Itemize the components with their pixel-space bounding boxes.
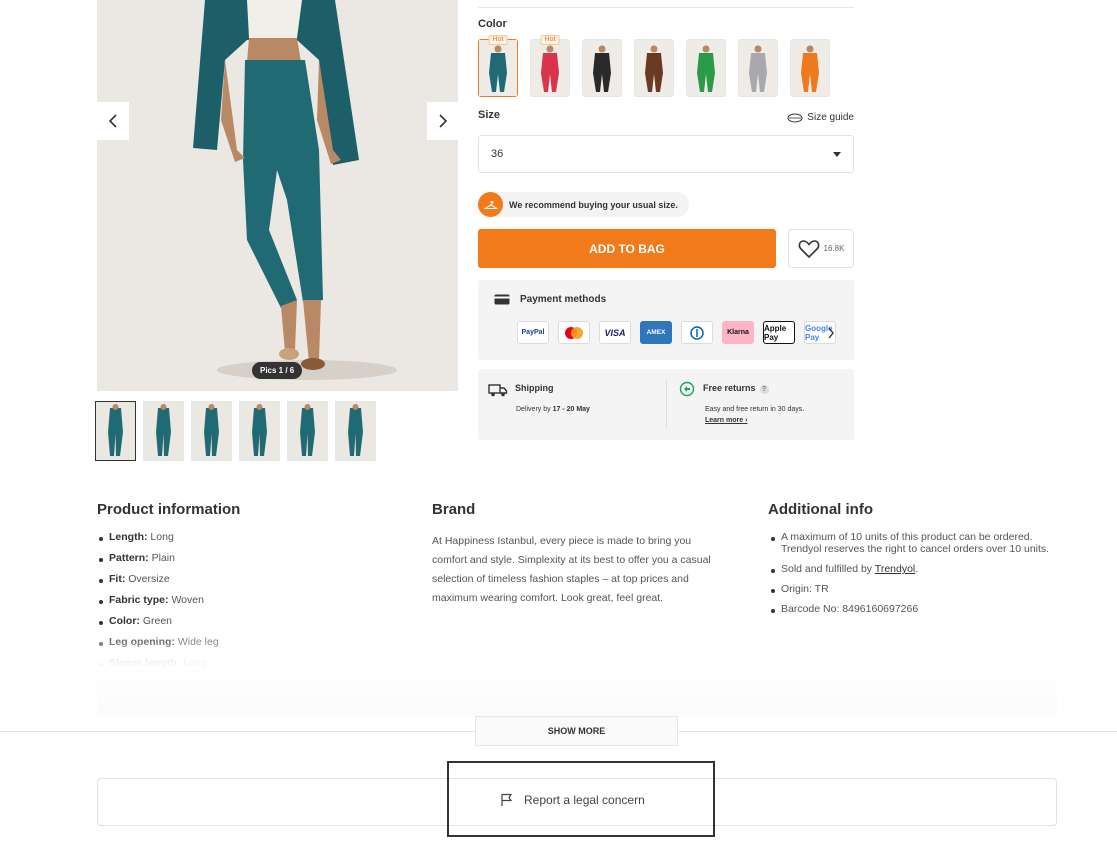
recommendation-text: We recommend buying your usual size. — [509, 199, 678, 210]
flag-icon — [501, 793, 513, 806]
thumbnail-1[interactable] — [95, 401, 136, 461]
diners-club-icon — [681, 321, 713, 344]
mastercard-icon — [558, 321, 590, 344]
hot-badge: Hot — [488, 35, 508, 45]
color-swatch-grey[interactable] — [738, 39, 778, 97]
product-information-title: Product information — [97, 501, 241, 518]
thumbnail-2[interactable] — [143, 401, 184, 461]
color-swatch-black[interactable] — [582, 39, 622, 97]
paypal-icon: PayPal — [517, 321, 549, 344]
size-guide-link[interactable]: Size guide — [787, 112, 854, 123]
klarna-icon: Klarna — [722, 321, 754, 344]
list-item: Sold and fulfilled by Trendyol. — [769, 563, 1059, 575]
report-legal-concern-button[interactable]: Report a legal concern — [500, 793, 645, 807]
list-item: Fit: Oversize — [97, 573, 249, 594]
hanger-icon — [478, 192, 503, 217]
truck-icon — [488, 384, 508, 397]
next-image-button[interactable] — [427, 102, 459, 140]
payment-methods-panel: Payment methods PayPal VISA AMEX Klarna … — [478, 280, 854, 360]
model-illustration — [97, 0, 458, 391]
size-recommendation: We recommend buying your usual size. — [478, 192, 689, 217]
color-swatch-red[interactable]: Hot — [530, 35, 570, 97]
list-item: A maximum of 10 units of this product ca… — [769, 531, 1059, 555]
image-counter-badge: Pics 1 / 6 — [252, 362, 303, 379]
list-item: Length: Long — [97, 531, 249, 552]
free-returns-text: Easy and free return in 30 days. — [705, 406, 805, 413]
payment-methods-title: Payment methods — [520, 294, 607, 305]
seller-link[interactable]: Trendyol — [875, 563, 915, 575]
visa-icon: VISA — [599, 321, 631, 344]
thumbnail-5[interactable] — [287, 401, 328, 461]
credit-card-icon — [494, 294, 510, 305]
color-swatch-teal[interactable]: Hot — [478, 35, 518, 97]
color-swatch-orange[interactable] — [790, 39, 830, 97]
list-item: Fabric type: Woven — [97, 594, 249, 615]
favorite-count: 16.8K — [823, 244, 845, 253]
list-item: Barcode No: 8496160697266 — [769, 603, 1059, 615]
chevron-right-icon — [828, 327, 834, 339]
additional-info-list: A maximum of 10 units of this product ca… — [769, 531, 1059, 623]
color-label: Color — [478, 18, 507, 30]
apple-pay-icon: Apple Pay — [763, 321, 795, 344]
color-swatch-green[interactable] — [686, 39, 726, 97]
amex-icon: AMEX — [640, 321, 672, 344]
heart-icon — [798, 239, 819, 258]
size-guide-label: Size guide — [807, 112, 854, 123]
divider — [478, 7, 854, 8]
product-main-image[interactable] — [97, 0, 458, 391]
color-swatch-brown[interactable] — [634, 39, 674, 97]
thumbnail-3[interactable] — [191, 401, 232, 461]
additional-info-title: Additional info — [768, 501, 873, 518]
help-icon[interactable]: ? — [759, 385, 769, 394]
brand-title: Brand — [432, 501, 476, 518]
favorite-button[interactable]: 16.8K — [788, 229, 854, 268]
content-fade-overlay — [97, 630, 1057, 716]
thumbnail-strip — [95, 401, 376, 461]
delivery-info: Delivery by 17 - 20 May — [516, 406, 590, 413]
learn-more-link[interactable]: Learn more › — [705, 417, 747, 424]
payment-scroll-right-button[interactable] — [827, 326, 835, 344]
thumbnail-4[interactable] — [239, 401, 280, 461]
caret-down-icon — [833, 151, 841, 157]
chevron-right-icon — [439, 114, 448, 128]
color-swatches: Hot Hot — [478, 35, 830, 97]
report-label: Report a legal concern — [524, 793, 645, 807]
hot-badge: Hot — [540, 35, 560, 45]
show-more-button[interactable]: SHOW MORE — [475, 716, 678, 746]
previous-image-button[interactable] — [97, 102, 129, 140]
brand-description: At Happiness Istanbul, every piece is ma… — [432, 535, 711, 604]
add-to-bag-button[interactable]: ADD TO BAG — [478, 229, 776, 268]
size-label: Size — [478, 109, 501, 121]
thumbnail-6[interactable] — [335, 401, 376, 461]
list-item: Pattern: Plain — [97, 552, 249, 573]
free-returns-title: Free returns? — [703, 383, 769, 394]
list-item: Origin: TR — [769, 583, 1059, 595]
size-select[interactable]: 36 — [478, 135, 854, 173]
measuring-tape-icon — [787, 113, 803, 122]
size-selected-value: 36 — [491, 148, 504, 160]
shipping-returns-panel: Shipping Delivery by 17 - 20 May Free re… — [478, 369, 854, 440]
shipping-title: Shipping — [515, 383, 554, 393]
return-icon — [679, 381, 695, 397]
chevron-left-icon — [108, 114, 117, 128]
